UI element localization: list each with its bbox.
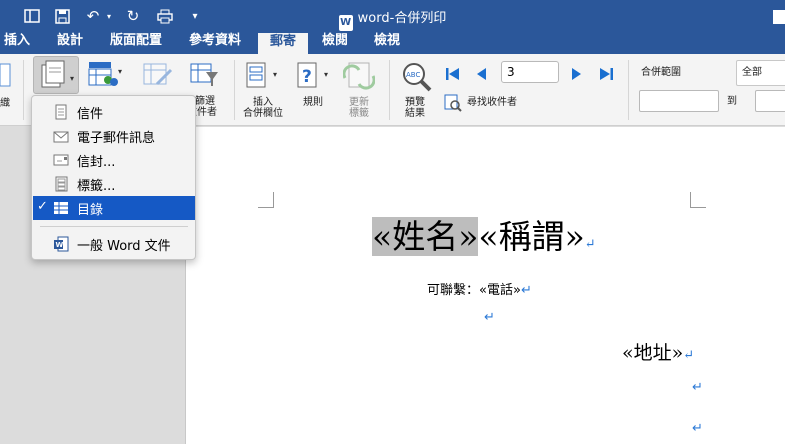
menu-separator	[40, 226, 188, 227]
preview-results-icon[interactable]: ABC	[400, 62, 434, 92]
merge-range-to-input[interactable]	[755, 90, 785, 112]
menu-item-label: 信件	[77, 107, 104, 122]
word-logo-icon: W	[338, 15, 353, 31]
start-mail-merge-icon: ▾	[41, 60, 74, 88]
word-doc-icon: W	[54, 236, 69, 252]
merge-range-select-value: 全部	[742, 67, 762, 78]
insert-merge-field-label-line1: 插入	[253, 97, 273, 108]
contact-label: 可聯繫：	[427, 283, 480, 298]
tab-view[interactable]: 檢視	[374, 32, 400, 54]
svg-text:▾: ▾	[324, 70, 328, 79]
tab-insert[interactable]: 插入	[4, 32, 30, 54]
address-merge-field[interactable]: «地址»	[622, 342, 683, 364]
menu-item-letters[interactable]: 信件	[33, 100, 195, 124]
filter-recipients-icon[interactable]	[190, 60, 220, 90]
paragraph-mark: ↵	[520, 283, 532, 298]
checkmark-icon: ✓	[37, 199, 48, 214]
tab-mailings[interactable]: 郵寄	[258, 33, 309, 54]
directory-icon	[54, 202, 68, 214]
tab-design[interactable]: 設計	[57, 32, 83, 54]
preview-results-label-line2: 結果	[405, 108, 425, 119]
rules-label: 規則	[303, 97, 323, 108]
record-number-input[interactable]	[501, 61, 559, 83]
update-labels-icon[interactable]	[342, 62, 376, 92]
start-mail-merge-button[interactable]: ▾	[33, 56, 79, 94]
merge-range-label: 合併範圍	[641, 67, 681, 78]
address-line[interactable]: «地址»↵	[622, 338, 694, 365]
insert-merge-field-label-line2: 合併欄位	[243, 108, 283, 119]
merge-range-to-label: 到	[727, 96, 737, 107]
rules-icon[interactable]: ? ▾	[296, 62, 334, 92]
contact-line[interactable]: 可聯繫：«電話»↵	[427, 279, 532, 298]
paragraph-mark: ↵	[683, 348, 695, 363]
title-bar: ↶ ▾ ↻ ▾ Wword-合併列印	[0, 0, 785, 32]
insert-merge-field-icon[interactable]: ▾	[245, 62, 283, 92]
paragraph-mark: ↵	[484, 310, 495, 325]
window-title: word-合併列印	[357, 11, 447, 26]
menu-item-label: 一般 Word 文件	[77, 239, 171, 254]
menu-item-label: 電子郵件訊息	[77, 131, 156, 146]
menu-item-email[interactable]: 電子郵件訊息	[33, 124, 195, 148]
merge-range-from-input[interactable]	[639, 90, 719, 112]
find-recipient-label[interactable]: 尋找收件者	[467, 97, 517, 108]
paragraph-mark: ↵	[692, 380, 703, 395]
email-icon	[53, 131, 69, 143]
ribbon-separator	[23, 60, 24, 120]
start-mail-merge-dropdown: 信件 電子郵件訊息 信封... 標籤... ✓ 目錄 W 一般 Word 文件	[31, 95, 196, 260]
tab-review[interactable]: 檢閱	[322, 32, 348, 54]
margin-corner-left	[258, 192, 274, 208]
svg-text:W: W	[56, 241, 64, 249]
svg-text:▾: ▾	[273, 70, 277, 79]
ribbon-separator	[389, 60, 390, 120]
tab-references[interactable]: 參考資料	[189, 32, 241, 54]
update-labels-label-line1: 更新	[349, 97, 369, 108]
ribbon-separator	[234, 60, 235, 120]
phone-merge-field[interactable]: «電話»	[479, 283, 521, 298]
menu-item-envelopes[interactable]: 信封...	[33, 148, 195, 172]
ribbon-tabs: 插入 設計 版面配置 參考資料 郵寄 檢閱 檢視	[0, 32, 785, 54]
envelope-icon	[53, 154, 69, 166]
find-recipient-icon[interactable]	[444, 94, 462, 112]
update-labels-label-line2: 標籤	[349, 108, 369, 119]
menu-item-directory[interactable]: ✓ 目錄	[33, 196, 195, 220]
next-record-icon[interactable]	[566, 64, 586, 84]
window-control-icon[interactable]	[773, 10, 785, 24]
first-record-icon[interactable]	[443, 64, 463, 84]
last-record-icon[interactable]	[596, 64, 616, 84]
name-merge-field[interactable]: «姓名»	[372, 217, 479, 256]
labels-icon	[55, 176, 68, 192]
menu-item-label: 目錄	[77, 203, 104, 218]
partial-button-icon[interactable]	[0, 62, 12, 88]
menu-item-label: 標籤...	[77, 179, 116, 194]
svg-text:?: ?	[302, 67, 312, 87]
edit-recipients-icon[interactable]	[143, 60, 173, 90]
svg-text:▾: ▾	[70, 74, 74, 83]
title-merge-field[interactable]: «稱謂»	[478, 217, 584, 256]
paragraph-mark: ↵	[692, 421, 703, 436]
svg-text:▾: ▾	[118, 67, 122, 76]
previous-record-icon[interactable]	[472, 64, 492, 84]
tab-layout[interactable]: 版面配置	[110, 32, 162, 54]
letter-icon	[55, 104, 67, 120]
paragraph-mark: ↵	[584, 237, 596, 252]
partial-button-label: 織	[0, 98, 10, 109]
select-recipients-button[interactable]: ▾	[88, 60, 124, 92]
select-recipients-icon: ▾	[88, 62, 122, 86]
svg-text:ABC: ABC	[406, 71, 420, 79]
preview-results-label-line1: 預覽	[405, 97, 425, 108]
menu-item-label: 信封...	[77, 155, 116, 170]
menu-item-labels[interactable]: 標籤...	[33, 172, 195, 196]
heading-line[interactable]: «姓名»«稱謂»↵	[372, 210, 596, 258]
margin-corner-right	[690, 192, 706, 208]
ribbon-separator	[628, 60, 629, 120]
menu-item-normal-word-document[interactable]: W 一般 Word 文件	[33, 232, 195, 256]
